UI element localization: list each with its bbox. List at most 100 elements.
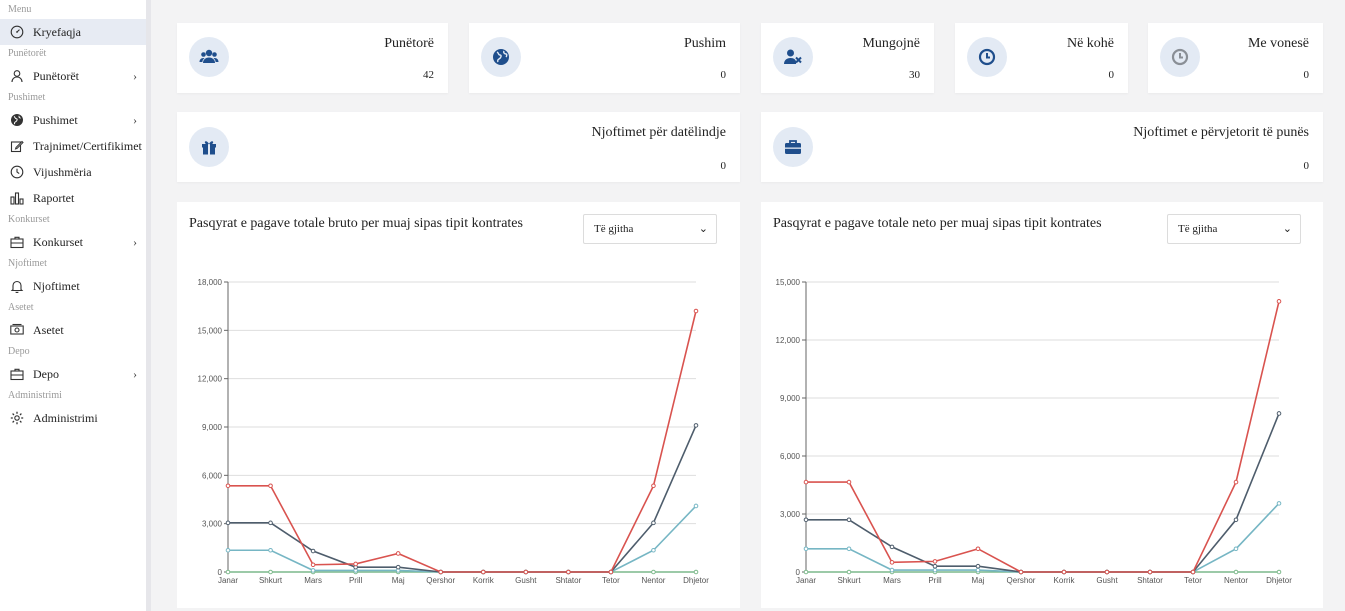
globe-icon <box>481 37 521 77</box>
sidebar-item-label: Pushimet <box>33 112 78 127</box>
sidebar-section-label: Menu <box>8 4 32 15</box>
data-point <box>353 561 358 567</box>
briefcase-icon <box>10 367 24 381</box>
sidebar-scrollbar[interactable] <box>146 0 151 611</box>
stat-card-late: Me vonesë 0 <box>1148 23 1323 93</box>
sidebar-item-label: Raportet <box>33 190 75 205</box>
sidebar-item-njoftimet[interactable]: Njoftimet <box>0 273 146 299</box>
sidebar-item-depo[interactable]: Depo › <box>0 361 146 387</box>
briefcase-icon <box>773 127 813 167</box>
data-point <box>651 520 656 526</box>
notification-value: 0 <box>720 160 727 172</box>
data-point <box>1233 479 1239 485</box>
series-line <box>228 425 697 573</box>
x-tick-label: Dhjetor <box>683 576 709 585</box>
y-tick-label: 3,000 <box>202 520 223 529</box>
data-point <box>803 546 809 552</box>
chevron-right-icon: › <box>133 235 137 249</box>
x-tick-label: Qershor <box>426 576 455 585</box>
data-point <box>480 569 486 575</box>
data-point <box>1104 569 1110 575</box>
y-tick-label: 15,000 <box>776 278 801 287</box>
data-point <box>846 546 852 552</box>
sidebar-item-label: Njoftimet <box>33 278 80 293</box>
sidebar-section-label: Konkurset <box>8 214 50 225</box>
y-tick-label: 6,000 <box>202 471 223 480</box>
data-point <box>1233 517 1239 523</box>
data-point <box>846 479 852 485</box>
sidebar-section-label: Pushimet <box>8 92 46 103</box>
sidebar-section-label: Administrimi <box>8 390 62 401</box>
data-point <box>651 547 656 553</box>
stat-value: 0 <box>720 69 727 81</box>
sidebar-item-asetet[interactable]: Asetet <box>0 317 146 343</box>
notification-title: Njoftimet e përvjetorit të punës <box>1133 125 1309 140</box>
sidebar-item-raportet[interactable]: Raportet <box>0 185 146 211</box>
sidebar-item-konkurset[interactable]: Konkurset › <box>0 229 146 255</box>
sidebar-item-pun-tor-t[interactable]: Punëtorët › <box>0 63 146 89</box>
x-tick-label: Maj <box>972 576 985 585</box>
y-tick-label: 12,000 <box>198 375 223 384</box>
sidebar-section-label: Njoftimet <box>8 258 47 269</box>
data-point <box>651 483 656 489</box>
stat-card-absent: Mungojnë 30 <box>761 23 934 93</box>
globe-icon <box>10 113 24 127</box>
notification-value: 0 <box>1303 160 1310 172</box>
clock-icon <box>967 37 1007 77</box>
sidebar-item-label: Kryefaqja <box>33 24 81 39</box>
x-tick-label: Tetor <box>1184 576 1202 585</box>
x-tick-label: Tetor <box>602 576 620 585</box>
y-tick-label: 9,000 <box>780 394 801 403</box>
sidebar-item-label: Depo <box>33 366 59 381</box>
x-tick-label: Gusht <box>515 576 537 585</box>
sidebar-item-label: Vijushmëria <box>33 164 92 179</box>
x-tick-label: Prill <box>928 576 942 585</box>
data-point <box>803 569 809 575</box>
data-point <box>1276 299 1282 304</box>
dashboard-icon <box>10 25 24 39</box>
sidebar-section-label: Asetet <box>8 302 34 313</box>
sidebar-item-administrimi[interactable]: Administrimi <box>0 405 146 431</box>
sidebar-item-pushimet[interactable]: Pushimet › <box>0 107 146 133</box>
sidebar-section-label: Punëtorët <box>8 48 47 59</box>
gift-icon <box>189 127 229 167</box>
sidebar-item-kryefaqja[interactable]: Kryefaqja <box>0 19 146 45</box>
x-tick-label: Shkurt <box>837 576 861 585</box>
stat-title: Me vonesë <box>1247 36 1309 51</box>
data-point <box>889 560 895 565</box>
x-tick-label: Shkurt <box>259 576 283 585</box>
sidebar-section-label: Depo <box>8 346 30 357</box>
stat-value: 30 <box>909 69 920 81</box>
data-point <box>225 547 231 553</box>
y-tick-label: 15,000 <box>198 326 223 335</box>
data-point <box>693 423 699 428</box>
user-icon <box>10 69 24 83</box>
chevron-right-icon: › <box>133 367 137 381</box>
stat-value: 0 <box>1108 69 1115 81</box>
data-point <box>566 569 571 575</box>
stat-card-leave: Pushim 0 <box>469 23 740 93</box>
series-line <box>806 301 1280 573</box>
data-point <box>932 559 938 564</box>
data-point <box>523 569 529 575</box>
data-point <box>932 563 938 569</box>
sidebar-item-label: Administrimi <box>33 410 98 425</box>
sidebar-item-vijushm-ria[interactable]: Vijushmëria <box>0 159 146 185</box>
data-point <box>225 520 231 526</box>
sidebar-item-trajnimet-certifikimet[interactable]: Trajnimet/Certifikimet <box>0 133 146 159</box>
data-point <box>225 569 231 575</box>
stat-value: 42 <box>423 69 434 81</box>
x-tick-label: Shtator <box>1137 576 1163 585</box>
y-tick-label: 9,000 <box>202 423 223 432</box>
x-tick-label: Nentor <box>641 576 665 585</box>
stat-card-on-time: Në kohë 0 <box>955 23 1128 93</box>
y-tick-label: 6,000 <box>780 452 801 461</box>
x-tick-label: Nentor <box>1224 576 1248 585</box>
sidebar: Menu Kryefaqja Punëtorët Punëtorët › Pushimet… <box>0 0 146 611</box>
sidebar-item-label: Trajnimet/Certifikimet <box>33 138 142 153</box>
stat-card-employees: Punëtorë 42 <box>177 23 448 93</box>
x-tick-label: Prill <box>349 576 363 585</box>
briefcase-icon <box>10 235 24 249</box>
data-point <box>975 546 981 552</box>
data-point <box>693 503 699 509</box>
